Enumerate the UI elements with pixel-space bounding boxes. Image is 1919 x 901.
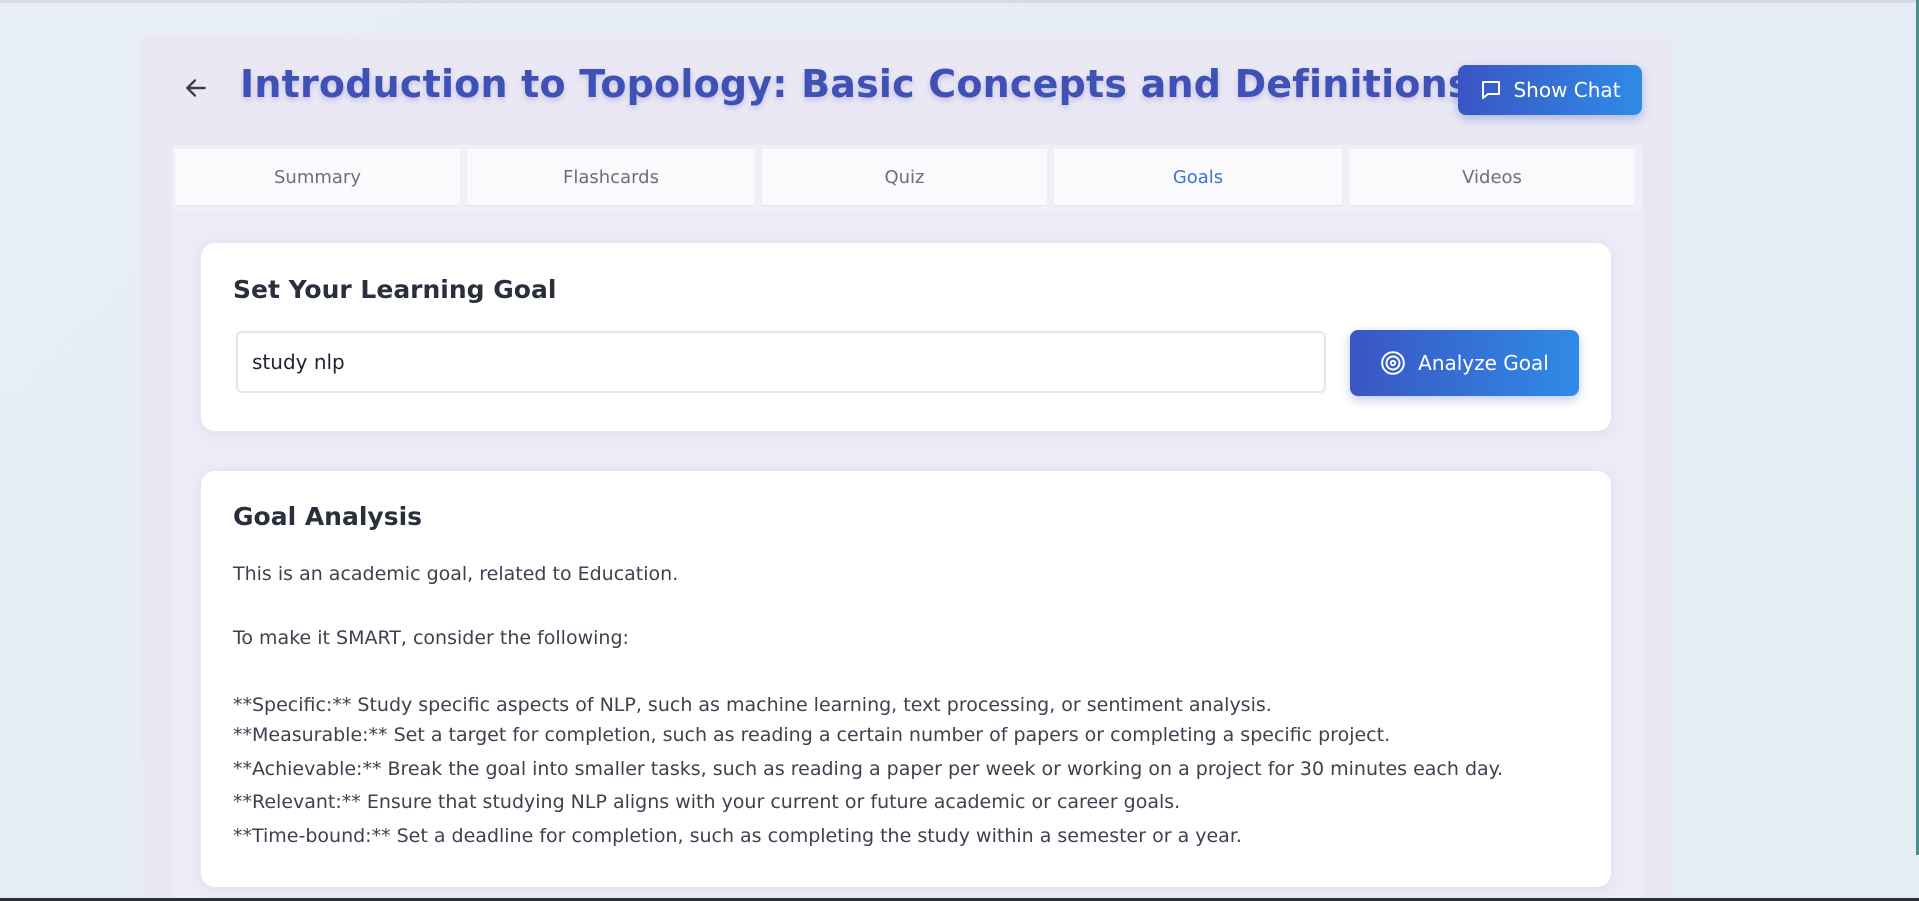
analysis-point-time-bound: **Time-bound:** Set a deadline for compl… (233, 825, 1242, 847)
arrow-left-icon (186, 79, 206, 97)
learning-goal-title: Set Your Learning Goal (233, 275, 557, 304)
goal-input[interactable] (236, 331, 1326, 393)
analysis-point-specific: **Specific:** Study specific aspects of … (233, 694, 1272, 716)
analysis-smart-intro: To make it SMART, consider the following… (233, 627, 629, 649)
show-chat-button[interactable]: Show Chat (1458, 65, 1642, 115)
tab-goals[interactable]: Goals (1054, 149, 1342, 205)
chat-bubble-icon (1482, 81, 1501, 99)
analysis-point-relevant: **Relevant:** Ensure that studying NLP a… (233, 791, 1181, 813)
window-top-border (0, 0, 1919, 3)
back-button[interactable] (178, 70, 214, 106)
page-title: Introduction to Topology: Basic Concepts… (240, 62, 1471, 106)
analysis-point-achievable: **Achievable:** Break the goal into smal… (233, 758, 1504, 780)
goal-analysis-title: Goal Analysis (233, 502, 423, 531)
target-icon (1381, 351, 1405, 375)
tab-videos[interactable]: Videos (1349, 149, 1635, 205)
tab-summary[interactable]: Summary (175, 149, 460, 205)
analyze-goal-label: Analyze Goal (1418, 351, 1549, 375)
analysis-point-measurable: **Measurable:** Set a target for complet… (233, 724, 1391, 746)
tab-quiz[interactable]: Quiz (762, 149, 1047, 205)
tab-bar: Summary Flashcards Quiz Goals Videos (172, 145, 1643, 211)
analyze-goal-button[interactable]: Analyze Goal (1350, 330, 1579, 396)
tab-flashcards[interactable]: Flashcards (467, 149, 755, 205)
show-chat-label: Show Chat (1513, 78, 1621, 102)
analysis-intro: This is an academic goal, related to Edu… (233, 563, 679, 585)
